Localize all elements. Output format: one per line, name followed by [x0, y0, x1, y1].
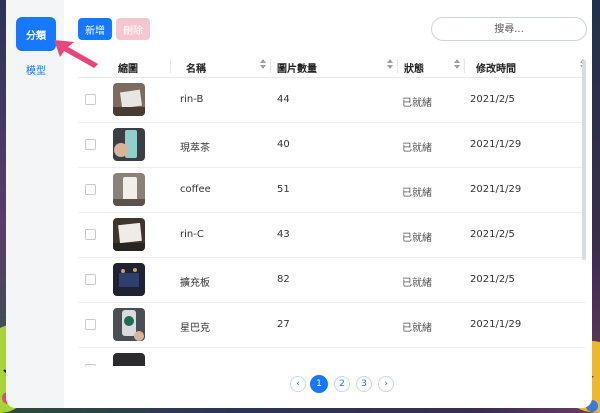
- row-name: 星巴克: [180, 323, 210, 334]
- page-1-button[interactable]: 1: [310, 375, 328, 393]
- category-table: 縮圖 名稱 圖片數量 狀態 修改時間 rin-B 44 已就緒 2021/2/5…: [78, 54, 586, 366]
- table-row[interactable]: 星巴克 27 已就緒 2021/1/29: [78, 303, 586, 348]
- sort-status-icon[interactable]: [454, 59, 460, 71]
- row-name: coffee: [180, 184, 211, 195]
- thumbnail-image: [113, 308, 145, 341]
- row-status: 已就緒: [402, 233, 432, 244]
- app-window: 分類 模型 新增 刪除 縮圖 名稱 圖片數量 狀態 修改時間: [6, 0, 592, 408]
- row-checkbox[interactable]: [85, 229, 96, 240]
- row-name: 擴充板: [180, 278, 210, 289]
- row-count: 27: [277, 319, 290, 330]
- header-count[interactable]: 圖片數量: [277, 60, 317, 75]
- table-row[interactable]: rin-B 44 已就緒 2021/2/5: [78, 78, 586, 123]
- thumbnail-image: [113, 83, 145, 116]
- search-input[interactable]: [431, 17, 587, 41]
- row-count: 40: [277, 139, 290, 150]
- thumbnail-image: [113, 128, 145, 161]
- header-thumbnail: 縮圖: [118, 64, 138, 75]
- row-checkbox[interactable]: [85, 184, 96, 195]
- table-row[interactable]: rin-C 43 已就緒 2021/2/5: [78, 213, 586, 258]
- thumbnail-image: [113, 173, 145, 206]
- row-name: rin-C: [180, 229, 204, 240]
- next-page-icon[interactable]: ›: [378, 376, 394, 392]
- row-count: 43: [277, 229, 290, 240]
- prev-page-icon[interactable]: ‹: [290, 376, 306, 392]
- main-panel: 新增 刪除 縮圖 名稱 圖片數量 狀態 修改時間: [64, 0, 592, 408]
- row-checkbox[interactable]: [85, 139, 96, 150]
- row-modified: 2021/2/5: [470, 274, 515, 285]
- header-status[interactable]: 狀態: [404, 60, 424, 75]
- row-status: 已就緒: [402, 143, 432, 154]
- page-2-button[interactable]: 2: [334, 376, 350, 392]
- table-scrollbar[interactable]: [582, 60, 586, 260]
- row-count: 44: [277, 94, 290, 105]
- pointer-arrow-icon: [54, 40, 98, 68]
- row-name: 現萃茶: [180, 143, 210, 154]
- thumbnail-image: [113, 218, 145, 251]
- header-name[interactable]: 名稱: [186, 60, 206, 75]
- row-status: 已就緒: [402, 323, 432, 334]
- table-row[interactable]: coffee 51 已就緒 2021/1/29: [78, 168, 586, 213]
- row-checkbox[interactable]: [85, 274, 96, 285]
- row-checkbox[interactable]: [85, 319, 96, 330]
- table-row[interactable]: [78, 348, 586, 366]
- thumbnail-image: [113, 353, 145, 366]
- delete-button[interactable]: 刪除: [116, 18, 150, 40]
- row-count: 51: [277, 184, 290, 195]
- table-header: 縮圖 名稱 圖片數量 狀態 修改時間: [78, 54, 586, 78]
- row-name: rin-B: [180, 94, 204, 105]
- header-modified[interactable]: 修改時間: [476, 60, 516, 75]
- row-modified: 2021/2/5: [470, 229, 515, 240]
- row-status: 已就緒: [402, 98, 432, 109]
- row-modified: 2021/2/5: [470, 94, 515, 105]
- table-row[interactable]: 現萃茶 40 已就緒 2021/1/29: [78, 123, 586, 168]
- row-status: 已就緒: [402, 278, 432, 289]
- row-modified: 2021/1/29: [470, 139, 522, 150]
- thumbnail-image: [113, 263, 145, 296]
- row-status: 已就緒: [402, 188, 432, 199]
- page-3-button[interactable]: 3: [356, 376, 372, 392]
- sort-name-icon[interactable]: [260, 59, 266, 71]
- row-checkbox[interactable]: [85, 364, 96, 366]
- table-row[interactable]: 擴充板 82 已就緒 2021/2/5: [78, 258, 586, 303]
- row-count: 82: [277, 274, 290, 285]
- row-modified: 2021/1/29: [470, 319, 522, 330]
- row-modified: 2021/1/29: [470, 184, 522, 195]
- row-checkbox[interactable]: [85, 94, 96, 105]
- sort-count-icon[interactable]: [387, 59, 393, 71]
- pagination: ‹ 1 2 3 ›: [64, 375, 592, 393]
